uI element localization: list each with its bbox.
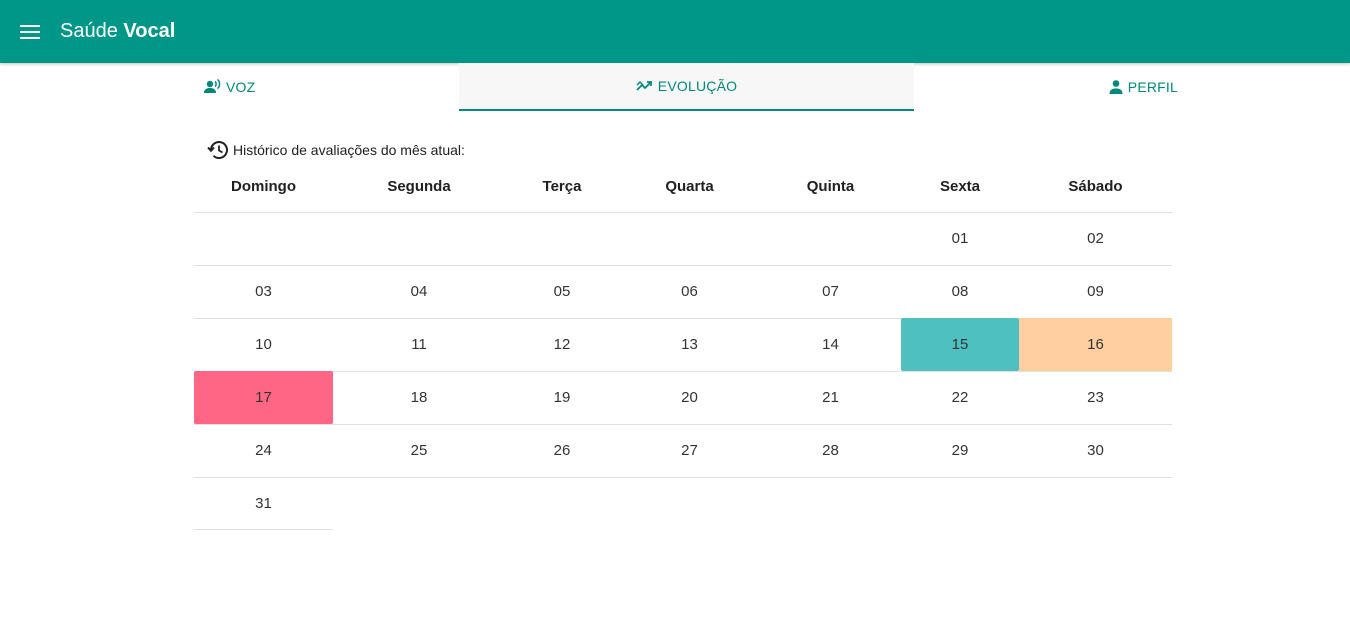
day-cell[interactable]: 18 xyxy=(333,371,505,424)
day-cell[interactable]: 19 xyxy=(505,371,619,424)
app-title: Saúde Vocal xyxy=(60,0,175,63)
day-cell[interactable]: 27 xyxy=(619,424,760,477)
day-cell[interactable]: 08 xyxy=(901,265,1019,318)
day-cell xyxy=(194,212,333,265)
tab-bar: VOZ EVOLUÇÃO PERFIL xyxy=(194,63,1178,111)
weekday-header: Segunda xyxy=(387,177,451,195)
tab-evolucao-label: EVOLUÇÃO xyxy=(657,78,738,94)
record-voice-icon xyxy=(204,79,221,93)
tab-voz[interactable]: VOZ xyxy=(204,63,255,111)
day-cell[interactable]: 26 xyxy=(505,424,619,477)
calendar-header: Domingo Segunda Terça Quarta Quinta Sext… xyxy=(194,160,1172,213)
day-cell-highlighted[interactable]: 16 xyxy=(1019,318,1172,371)
weekday-header: Domingo xyxy=(231,177,296,195)
day-cell[interactable]: 04 xyxy=(333,265,505,318)
day-cell-highlighted[interactable]: 17 xyxy=(194,371,333,424)
trending-icon xyxy=(636,80,652,91)
day-cell[interactable]: 31 xyxy=(194,477,333,530)
day-cell[interactable]: 22 xyxy=(901,371,1019,424)
day-cell[interactable]: 20 xyxy=(619,371,760,424)
calendar-week: 03 04 05 06 07 08 09 xyxy=(194,266,1172,319)
history-heading: Histórico de avaliações do mês atual: xyxy=(207,138,465,162)
tab-voz-label: VOZ xyxy=(226,79,256,95)
day-cell[interactable]: 24 xyxy=(194,424,333,477)
day-cell[interactable]: 03 xyxy=(194,265,333,318)
day-cell[interactable]: 21 xyxy=(760,371,901,424)
day-cell xyxy=(619,212,760,265)
calendar-week: 24 25 26 27 28 29 30 xyxy=(194,425,1172,478)
weekday-header: Sexta xyxy=(939,177,981,195)
day-cell[interactable]: 12 xyxy=(505,318,619,371)
day-cell[interactable]: 25 xyxy=(333,424,505,477)
day-cell[interactable]: 30 xyxy=(1019,424,1172,477)
day-cell-highlighted[interactable]: 15 xyxy=(901,318,1019,371)
calendar-week: 17 18 19 20 21 22 23 xyxy=(194,371,1172,425)
tab-perfil-label: PERFIL xyxy=(1127,79,1178,95)
day-cell[interactable]: 07 xyxy=(760,265,901,318)
day-cell xyxy=(760,212,901,265)
calendar-week: 01 02 xyxy=(194,213,1172,266)
calendar-week: 10 11 12 13 14 15 16 xyxy=(194,318,1172,372)
app-bar: Saúde Vocal xyxy=(0,0,1350,63)
day-cell[interactable]: 11 xyxy=(333,318,505,371)
day-cell[interactable]: 29 xyxy=(901,424,1019,477)
day-cell[interactable]: 02 xyxy=(1019,212,1172,265)
day-cell[interactable]: 01 xyxy=(901,212,1019,265)
day-cell[interactable]: 13 xyxy=(619,318,760,371)
day-cell[interactable]: 14 xyxy=(760,318,901,371)
history-icon xyxy=(207,141,228,159)
tab-perfil[interactable]: PERFIL xyxy=(1108,63,1178,111)
day-cell[interactable]: 28 xyxy=(760,424,901,477)
tab-evolucao[interactable]: EVOLUÇÃO xyxy=(459,63,914,111)
day-cell[interactable]: 10 xyxy=(194,318,333,371)
weekday-header: Sábado xyxy=(1068,177,1123,195)
day-cell xyxy=(505,212,619,265)
person-icon xyxy=(1109,80,1123,94)
app-title-bold: Vocal xyxy=(123,20,176,42)
history-title: Histórico de avaliações do mês atual: xyxy=(233,142,465,158)
day-cell[interactable]: 05 xyxy=(505,265,619,318)
calendar-week: 31 xyxy=(194,478,1172,531)
weekday-header: Terça xyxy=(542,177,582,195)
day-cell[interactable]: 09 xyxy=(1019,265,1172,318)
menu-button[interactable] xyxy=(14,16,46,48)
app-title-regular: Saúde xyxy=(60,20,124,42)
weekday-header: Quinta xyxy=(806,177,855,195)
menu-icon xyxy=(20,25,40,39)
day-cell[interactable]: 06 xyxy=(619,265,760,318)
calendar: Domingo Segunda Terça Quarta Quinta Sext… xyxy=(194,160,1172,531)
day-cell[interactable]: 23 xyxy=(1019,371,1172,424)
weekday-header: Quarta xyxy=(665,177,714,195)
day-cell xyxy=(333,212,505,265)
